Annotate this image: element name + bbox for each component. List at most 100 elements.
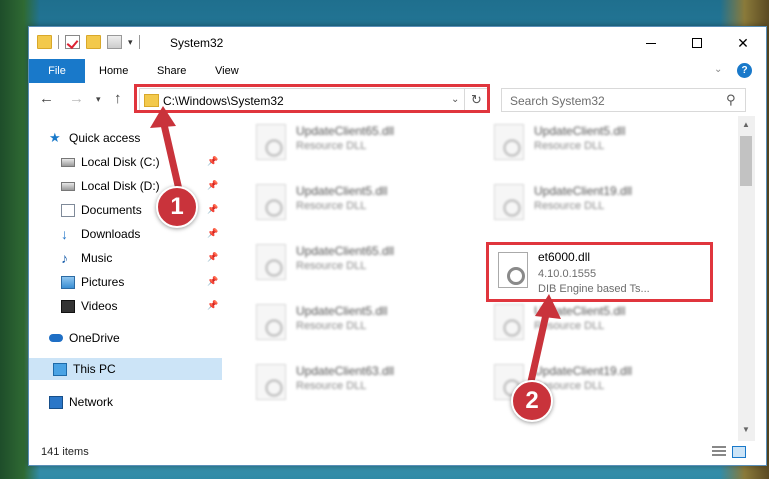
properties-checkmark-icon[interactable]: [65, 35, 80, 49]
vertical-scrollbar[interactable]: ▲ ▼: [738, 116, 755, 441]
title-bar: ▾ System32 ✕: [29, 27, 766, 59]
sidebar-item-label: Network: [69, 395, 114, 409]
file-name: UpdateClient19.dll: [534, 364, 633, 378]
onedrive-icon: [49, 334, 63, 342]
pin-icon[interactable]: 📌: [207, 276, 218, 287]
large-icons-view-icon[interactable]: [732, 446, 746, 458]
sidebar-item-label: Quick access: [69, 131, 141, 145]
dll-file-icon: [256, 364, 286, 400]
pin-icon[interactable]: 📌: [207, 252, 218, 263]
file-item[interactable]: UpdateClient5.dll Resource DLL: [484, 298, 704, 348]
sidebar-item-label: This PC: [73, 362, 116, 376]
up-arrow-icon[interactable]: ↑: [114, 90, 122, 107]
step-2-badge: 2: [511, 380, 553, 422]
this-pc-icon: [53, 362, 67, 376]
sidebar-item-label: Local Disk (C:): [81, 155, 160, 169]
file-description: Resource DLL: [296, 140, 367, 152]
dll-file-icon: [256, 244, 286, 280]
status-bar: 141 items: [29, 441, 766, 465]
star-icon: ★: [49, 130, 61, 145]
pin-icon[interactable]: 📌: [207, 228, 218, 239]
disk-icon: [61, 181, 75, 191]
sidebar-item-documents[interactable]: Documents 📌: [61, 199, 222, 221]
file-description: Resource DLL: [296, 320, 367, 332]
recent-locations-chevron-icon[interactable]: ▾: [96, 94, 101, 105]
step-1-badge: 1: [156, 186, 198, 228]
sidebar-item-label: Local Disk (D:): [81, 179, 160, 193]
pictures-icon: [61, 275, 75, 289]
file-name: UpdateClient63.dll: [296, 364, 395, 378]
help-icon[interactable]: ?: [737, 63, 752, 78]
dll-file-icon: [256, 184, 286, 220]
file-name: UpdateClient5.dll: [296, 304, 388, 318]
sidebar-item-pictures[interactable]: Pictures 📌: [61, 271, 222, 293]
file-description: Resource DLL: [296, 200, 367, 212]
item-count: 141 items: [41, 446, 89, 458]
file-item[interactable]: UpdateClient19.dll Resource DLL: [484, 178, 704, 228]
forward-arrow-icon[interactable]: →: [69, 90, 84, 107]
sidebar-item-local-disk-c[interactable]: Local Disk (C:) 📌: [61, 151, 222, 173]
chevron-down-icon[interactable]: ▾: [128, 37, 133, 48]
music-icon: ♪: [61, 250, 68, 266]
sidebar-item-music[interactable]: ♪ Music 📌: [61, 247, 222, 269]
details-view-icon[interactable]: [712, 446, 726, 458]
sidebar-item-quick-access[interactable]: ★ Quick access: [49, 127, 222, 149]
scrollbar-thumb[interactable]: [740, 136, 752, 186]
ribbon-tabs: File Home Share View ⌄ ?: [29, 59, 766, 83]
file-item[interactable]: UpdateClient5.dll Resource DLL: [246, 178, 466, 228]
file-item[interactable]: UpdateClient5.dll Resource DLL: [484, 118, 704, 168]
sidebar-item-videos[interactable]: Videos 📌: [61, 295, 222, 317]
minimize-button[interactable]: [628, 27, 674, 59]
file-name: UpdateClient19.dll: [534, 184, 633, 198]
target-file-highlight: [486, 242, 713, 302]
file-item[interactable]: UpdateClient65.dll Resource DLL: [246, 238, 466, 288]
search-placeholder: Search System32: [510, 94, 605, 108]
file-name: UpdateClient5.dll: [296, 184, 388, 198]
sidebar-item-label: Downloads: [81, 227, 141, 241]
sidebar-item-label: Documents: [81, 203, 142, 217]
tab-view[interactable]: View: [205, 59, 249, 83]
tab-file[interactable]: File: [29, 59, 85, 83]
downloads-icon: ↓: [61, 226, 68, 242]
scroll-up-icon[interactable]: ▲: [742, 120, 750, 129]
sidebar-item-local-disk-d[interactable]: Local Disk (D:) 📌: [61, 175, 222, 197]
file-description: Resource DLL: [296, 260, 367, 272]
tab-share[interactable]: Share: [147, 59, 196, 83]
search-input[interactable]: Search System32 ⚲: [501, 88, 746, 112]
minimize-icon: [646, 42, 656, 44]
sidebar-item-this-pc[interactable]: This PC: [29, 358, 222, 380]
file-description: Resource DLL: [296, 380, 367, 392]
sidebar-item-label: Videos: [81, 299, 118, 313]
close-icon: ✕: [737, 34, 749, 51]
sidebar-item-label: Pictures: [81, 275, 125, 289]
close-button[interactable]: ✕: [720, 27, 766, 59]
maximize-icon: [692, 38, 702, 48]
toolbar-divider: [138, 35, 140, 49]
navigation-pane: ★ Quick access Local Disk (C:) 📌 Local D…: [29, 116, 222, 441]
file-name: UpdateClient65.dll: [296, 124, 395, 138]
pin-icon[interactable]: 📌: [207, 180, 218, 191]
file-description: Resource DLL: [534, 200, 605, 212]
file-name: UpdateClient65.dll: [296, 244, 395, 258]
dll-file-icon: [256, 304, 286, 340]
pin-icon[interactable]: 📌: [207, 300, 218, 311]
tab-home[interactable]: Home: [89, 59, 138, 83]
file-item[interactable]: UpdateClient65.dll Resource DLL: [246, 118, 466, 168]
network-icon: [49, 395, 63, 409]
customize-toolbar-icon[interactable]: [107, 35, 122, 49]
expand-ribbon-chevron-icon[interactable]: ⌄: [714, 64, 722, 75]
sidebar-item-onedrive[interactable]: OneDrive: [49, 327, 222, 349]
new-folder-icon[interactable]: [86, 35, 101, 49]
file-item[interactable]: UpdateClient63.dll Resource DLL: [246, 358, 466, 408]
videos-icon: [61, 299, 75, 313]
pin-icon[interactable]: 📌: [207, 204, 218, 215]
sidebar-item-downloads[interactable]: ↓ Downloads 📌: [61, 223, 222, 245]
pin-icon[interactable]: 📌: [207, 156, 218, 167]
back-arrow-icon[interactable]: ←: [39, 90, 54, 107]
maximize-button[interactable]: [674, 27, 720, 59]
file-item[interactable]: UpdateClient5.dll Resource DLL: [246, 298, 466, 348]
file-name: UpdateClient5.dll: [534, 124, 626, 138]
scroll-down-icon[interactable]: ▼: [742, 425, 750, 434]
sidebar-item-network[interactable]: Network: [49, 391, 222, 413]
folder-icon: [37, 35, 52, 49]
